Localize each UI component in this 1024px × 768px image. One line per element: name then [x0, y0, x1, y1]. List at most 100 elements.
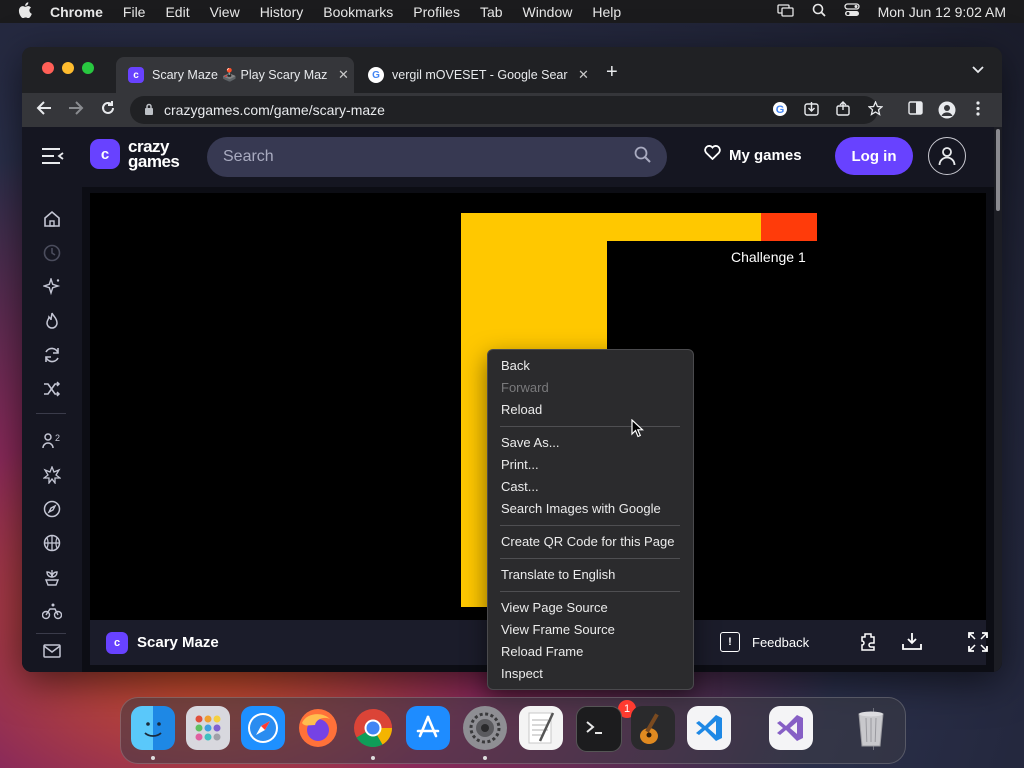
menu-tab[interactable]: Tab [480, 4, 503, 20]
menu-window[interactable]: Window [523, 4, 573, 20]
driving-bike-icon[interactable] [42, 601, 62, 621]
menu-help[interactable]: Help [592, 4, 621, 20]
firefox-icon[interactable] [296, 706, 340, 750]
install-app-icon[interactable] [804, 101, 819, 119]
feedback-button[interactable]: ! Feedback [720, 632, 809, 652]
launchpad-icon[interactable] [186, 706, 230, 750]
visual-studio-icon[interactable] [769, 706, 813, 750]
page-scrollbar[interactable] [994, 127, 1002, 672]
new-sparkle-icon[interactable] [42, 277, 62, 297]
spotlight-search-icon[interactable] [812, 3, 826, 20]
close-window-icon[interactable] [42, 62, 54, 74]
crazygames-logo[interactable]: c crazy games [90, 138, 180, 170]
trash-icon[interactable] [849, 706, 893, 750]
site-header: c crazy games Search My games Log in [22, 127, 994, 187]
zoom-window-icon[interactable] [82, 62, 94, 74]
menu-edit[interactable]: Edit [165, 4, 189, 20]
mail-icon[interactable] [42, 641, 62, 661]
close-tab-icon[interactable]: ✕ [338, 67, 349, 83]
google-lens-icon[interactable]: G [772, 101, 788, 120]
app-store-icon[interactable] [406, 706, 450, 750]
tab-search-chevron-icon[interactable] [972, 63, 984, 77]
context-menu-print[interactable]: Print... [501, 455, 539, 475]
updated-refresh-icon[interactable] [42, 345, 62, 365]
extension-puzzle-icon[interactable] [858, 632, 878, 657]
back-arrow-icon[interactable] [36, 100, 52, 121]
textedit-icon[interactable] [519, 706, 563, 750]
context-menu-translate[interactable]: Translate to English [501, 565, 615, 585]
context-menu-reload[interactable]: Reload [501, 400, 542, 420]
safari-icon[interactable] [241, 706, 285, 750]
terminal-icon[interactable] [576, 706, 622, 752]
context-menu-separator [500, 591, 680, 592]
menu-file[interactable]: File [123, 4, 146, 20]
tab-scary-maze[interactable]: c Scary Maze 🕹️ Play Scary Maz ✕ [116, 57, 354, 93]
lock-icon[interactable] [144, 103, 154, 118]
trending-flame-icon[interactable] [42, 311, 62, 331]
context-menu-cast[interactable]: Cast... [501, 477, 539, 497]
menu-view[interactable]: View [210, 4, 240, 20]
context-menu-create-qr[interactable]: Create QR Code for this Page [501, 532, 674, 552]
log-in-button[interactable]: Log in [835, 137, 913, 175]
url-text: crazygames.com/game/scary-maze [164, 102, 385, 118]
user-account-icon[interactable] [928, 137, 966, 175]
bookmark-star-icon[interactable] [867, 100, 884, 119]
vscode-icon[interactable] [687, 706, 731, 750]
home-icon[interactable] [42, 209, 62, 229]
site-search-input[interactable]: Search [207, 137, 667, 177]
context-menu-separator [500, 525, 680, 526]
svg-text:2: 2 [55, 433, 60, 443]
new-tab-icon[interactable]: + [606, 61, 618, 84]
side-panel-icon[interactable] [908, 101, 923, 118]
context-menu-inspect[interactable]: Inspect [501, 664, 543, 684]
context-menu-reload-frame[interactable]: Reload Frame [501, 642, 583, 662]
minimize-window-icon[interactable] [62, 62, 74, 74]
two-player-icon[interactable]: 2 [42, 431, 62, 451]
screen-mirroring-icon[interactable] [776, 3, 794, 20]
menu-history[interactable]: History [260, 4, 304, 20]
context-menu-view-page-source[interactable]: View Page Source [501, 598, 608, 618]
menu-bookmarks[interactable]: Bookmarks [323, 4, 393, 20]
context-menu-search-images[interactable]: Search Images with Google [501, 499, 661, 519]
tab-google-search[interactable]: G vergil mOVESET - Google Sear ✕ [356, 57, 594, 93]
garageband-icon[interactable] [631, 706, 675, 750]
tab-title: vergil mOVESET - Google Sear [392, 68, 568, 82]
crazygames-icon: c [128, 67, 144, 83]
context-menu-separator [500, 426, 680, 427]
chrome-icon[interactable] [351, 706, 395, 750]
share-icon[interactable] [836, 101, 850, 119]
search-placeholder: Search [223, 148, 274, 165]
system-settings-icon[interactable] [463, 706, 507, 750]
action-burst-icon[interactable] [42, 465, 62, 485]
close-tab-icon[interactable]: ✕ [578, 67, 589, 83]
random-shuffle-icon[interactable] [42, 379, 62, 399]
scrollbar-thumb[interactable] [996, 129, 1000, 211]
finder-icon[interactable] [131, 706, 175, 750]
address-bar[interactable]: crazygames.com/game/scary-maze [130, 96, 878, 124]
recent-clock-icon[interactable] [42, 243, 62, 263]
running-indicator [371, 756, 375, 760]
menu-collapse-icon[interactable] [42, 145, 64, 171]
forward-arrow-icon[interactable] [68, 100, 84, 121]
reload-icon[interactable] [100, 100, 116, 121]
control-center-icon[interactable] [843, 3, 860, 20]
macos-dock: 1 [120, 697, 906, 764]
profile-avatar-icon[interactable] [938, 101, 956, 122]
basketball-icon[interactable] [42, 533, 62, 553]
maze-goal [761, 213, 817, 241]
menu-datetime[interactable]: Mon Jun 12 9:02 AM [878, 4, 1006, 20]
adventure-compass-icon[interactable] [42, 499, 62, 519]
fullscreen-icon[interactable] [968, 632, 988, 657]
menu-profiles[interactable]: Profiles [413, 4, 460, 20]
search-icon[interactable] [634, 146, 651, 168]
context-menu-view-frame-source[interactable]: View Frame Source [501, 620, 615, 640]
chrome-menu-icon[interactable] [976, 101, 980, 119]
casual-flower-icon[interactable] [42, 567, 62, 587]
menu-app-name[interactable]: Chrome [50, 4, 103, 20]
my-games-button[interactable]: My games [704, 145, 802, 165]
apple-menu-icon[interactable] [18, 2, 34, 21]
context-menu-save-as[interactable]: Save As... [501, 433, 560, 453]
heart-icon [704, 145, 721, 165]
context-menu-back[interactable]: Back [501, 356, 530, 376]
download-icon[interactable] [902, 632, 922, 655]
